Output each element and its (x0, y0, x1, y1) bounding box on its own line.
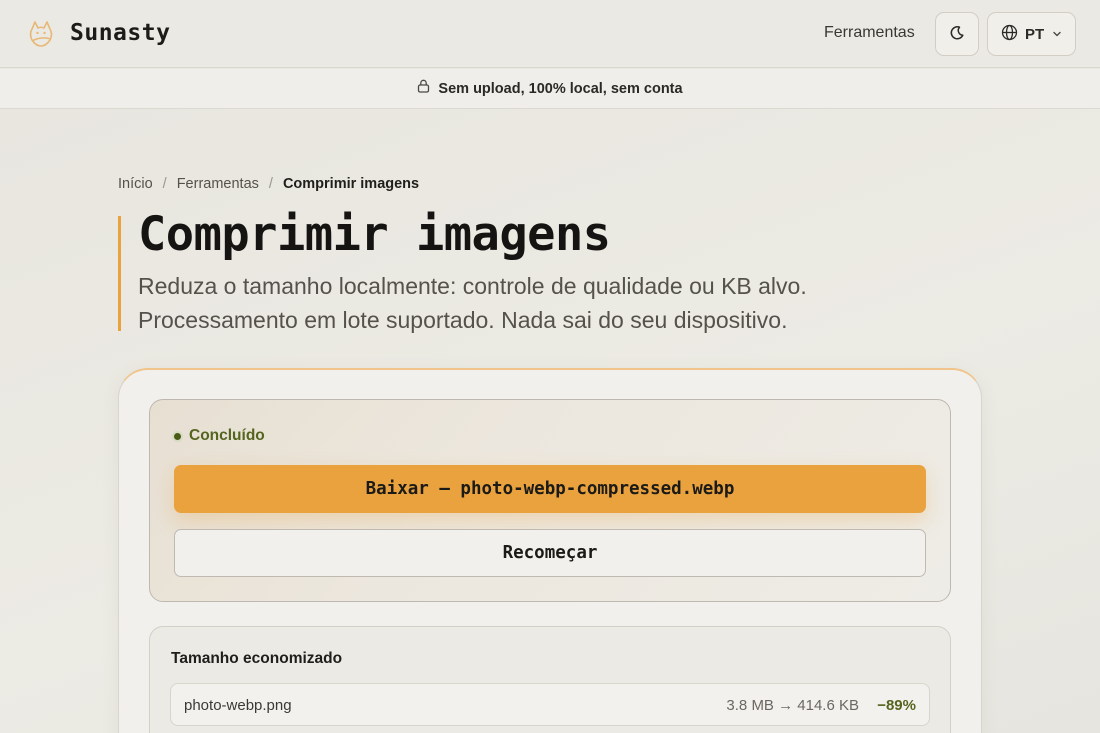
language-label: PT (1025, 25, 1045, 43)
language-select[interactable]: PT (987, 12, 1076, 56)
breadcrumb-tools[interactable]: Ferramentas (177, 176, 259, 192)
download-button[interactable]: Baixar — photo-webp-compressed.webp (174, 465, 926, 513)
globe-icon (1001, 24, 1018, 44)
status-indicator: Concluído (172, 427, 265, 445)
breadcrumb-current: Comprimir imagens (282, 176, 420, 192)
site-header: Sunasty Ferramentas PT (0, 0, 1100, 68)
breadcrumb-separator: / (268, 176, 273, 192)
savings-title: Tamanho economizado (171, 650, 343, 667)
brand-name[interactable]: Sunasty (70, 20, 170, 46)
status-label: Concluído (189, 427, 265, 444)
savings-percent: −89% (877, 697, 916, 714)
chevron-down-icon (1052, 27, 1062, 42)
theme-toggle-button[interactable] (935, 12, 979, 56)
file-sizes: 3.8 MB → 414.6 KB (726, 697, 859, 714)
moon-icon (949, 25, 965, 44)
logo-icon[interactable] (26, 19, 56, 49)
list-item: photo-webp.png 3.8 MB → 414.6 KB −89% (170, 683, 930, 726)
page-header: Comprimir imagens Reduza o tamanho local… (118, 207, 958, 333)
privacy-text: Sem upload, 100% local, sem conta (438, 80, 683, 97)
status-dot-icon (172, 430, 183, 442)
page-subtitle: Reduza o tamanho localmente: controle de… (138, 273, 807, 333)
page-title: Comprimir imagens (138, 207, 611, 262)
file-name: photo-webp.png (184, 697, 292, 714)
privacy-banner: Sem upload, 100% local, sem conta (0, 69, 1100, 109)
breadcrumb-separator: / (162, 176, 167, 192)
breadcrumb-home[interactable]: Início (118, 176, 153, 192)
restart-button[interactable]: Recomeçar (174, 529, 926, 577)
lock-icon (417, 79, 430, 98)
breadcrumb: Início / Ferramentas / Comprimir imagens (118, 176, 419, 192)
nav-link-tools[interactable]: Ferramentas (824, 24, 915, 42)
